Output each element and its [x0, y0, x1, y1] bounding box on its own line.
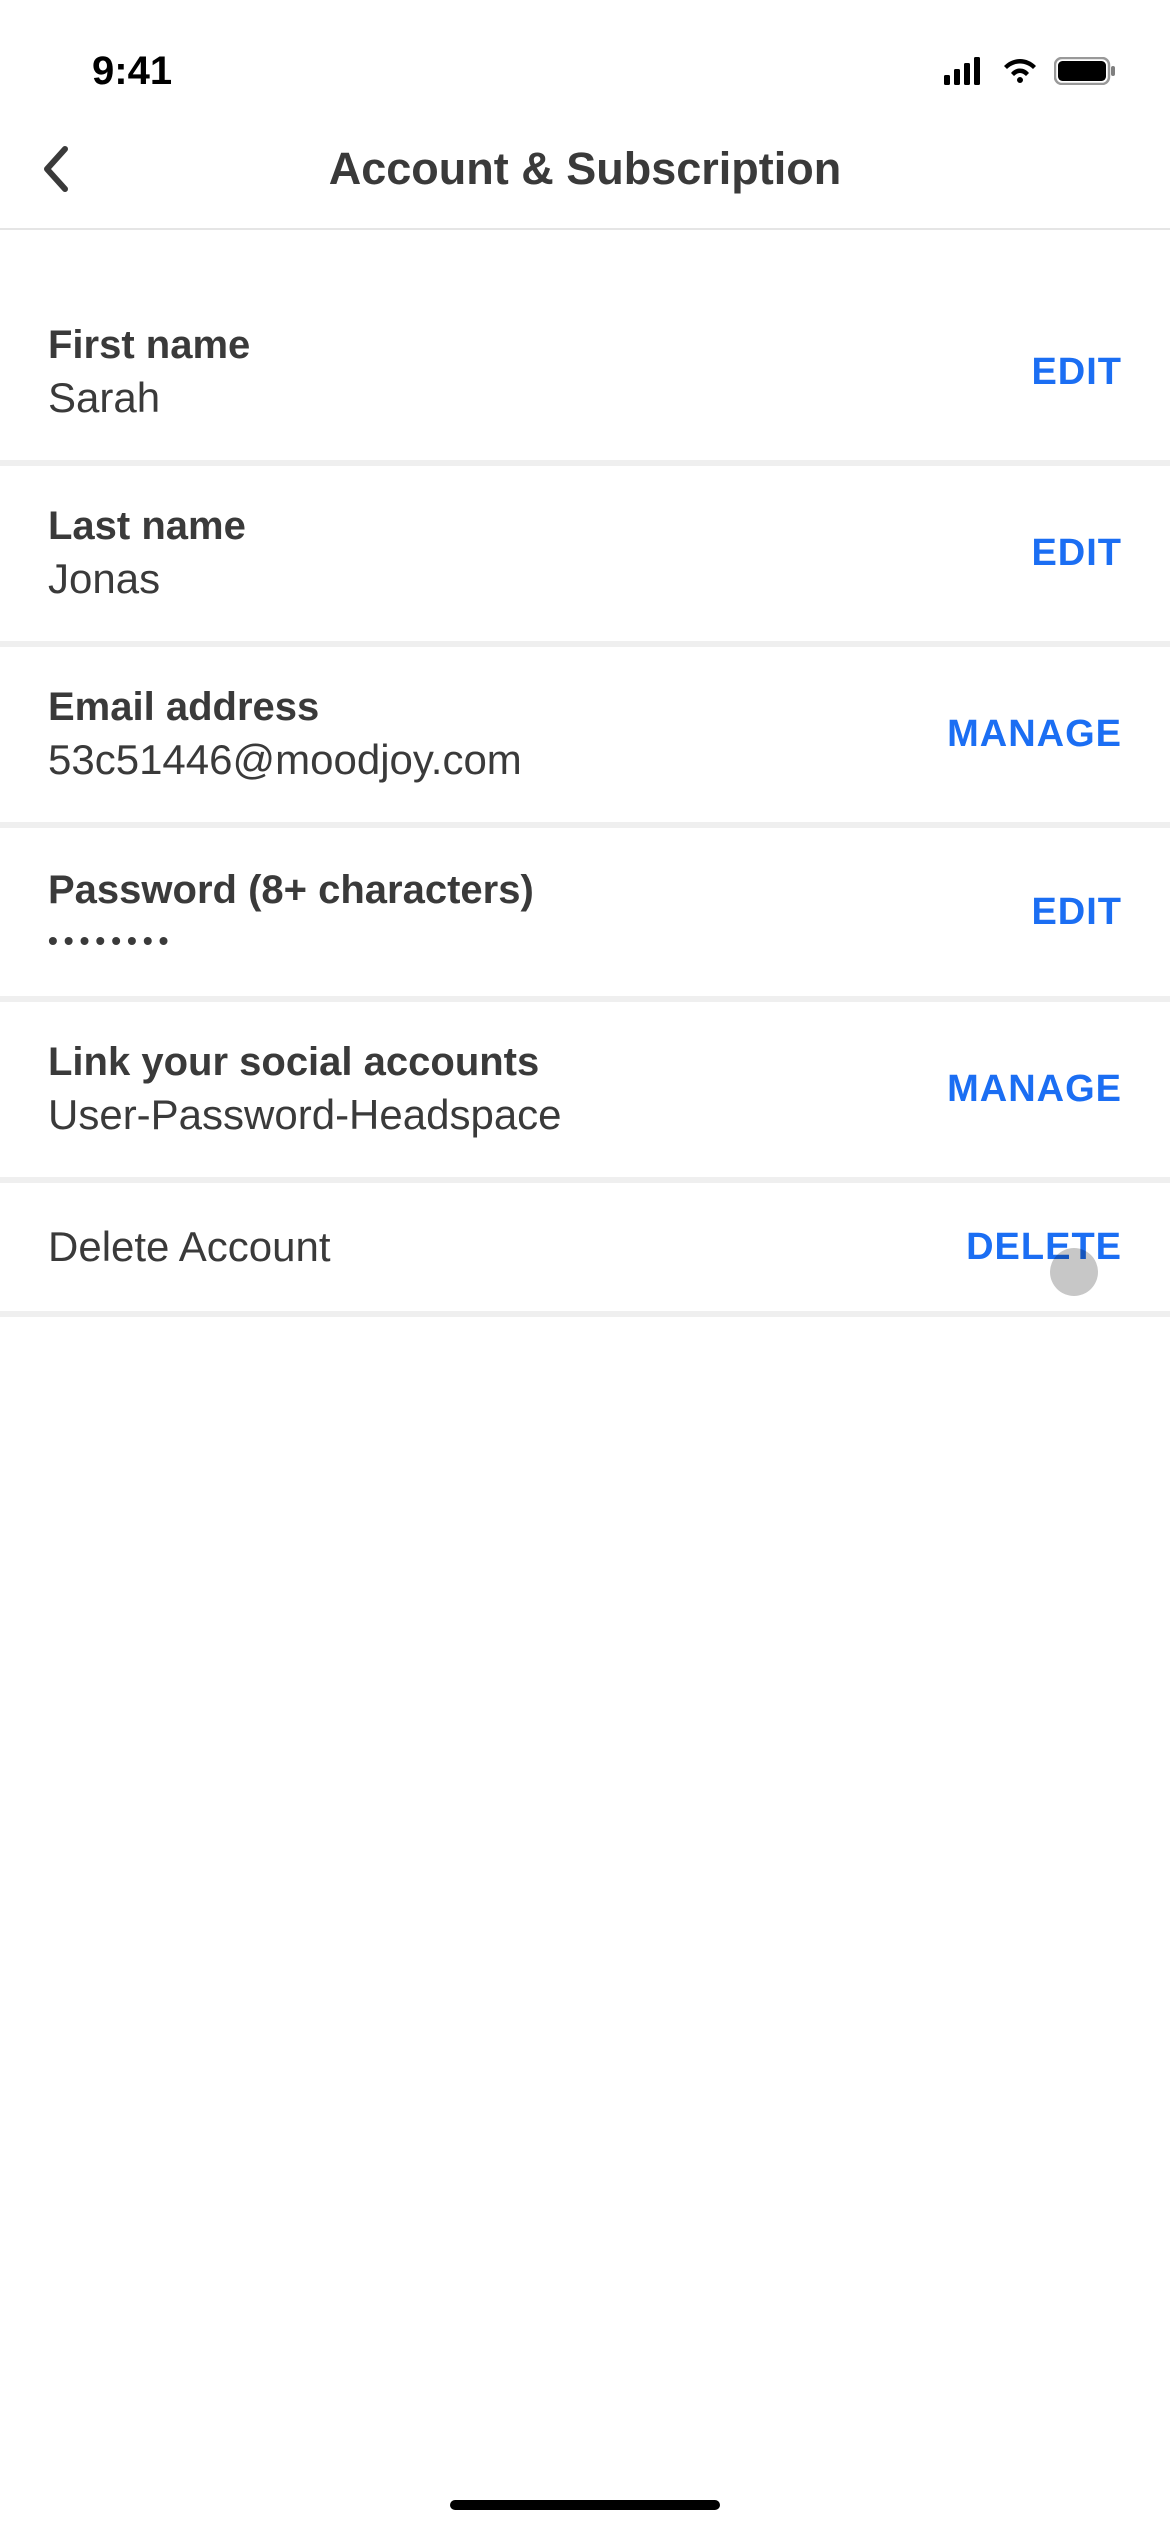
row-content: First name Sarah [48, 323, 250, 422]
settings-list: First name Sarah EDIT Last name Jonas ED… [0, 230, 1170, 1317]
social-value: User-Password-Headspace [48, 1091, 562, 1139]
edit-last-name-button[interactable]: EDIT [1031, 532, 1122, 575]
email-value: 53c51446@moodjoy.com [48, 736, 522, 784]
home-indicator[interactable] [450, 2500, 720, 2510]
row-delete-account: Delete Account DELETE [0, 1183, 1170, 1317]
chevron-left-icon [41, 145, 69, 193]
row-password: Password (8+ characters) •••••••• EDIT [0, 828, 1170, 1002]
delete-account-button[interactable]: DELETE [966, 1226, 1122, 1269]
edit-password-button[interactable]: EDIT [1031, 891, 1122, 934]
cellular-icon [944, 57, 986, 85]
first-name-label: First name [48, 323, 250, 368]
row-first-name: First name Sarah EDIT [0, 285, 1170, 466]
email-label: Email address [48, 685, 522, 730]
status-icons [944, 57, 1118, 85]
row-email: Email address 53c51446@moodjoy.com MANAG… [0, 647, 1170, 828]
page-title: Account & Subscription [329, 143, 842, 195]
status-bar: 9:41 [0, 0, 1170, 110]
back-button[interactable] [25, 139, 85, 199]
last-name-value: Jonas [48, 555, 246, 603]
nav-header: Account & Subscription [0, 110, 1170, 230]
wifi-icon [1000, 57, 1040, 85]
row-content: Email address 53c51446@moodjoy.com [48, 685, 522, 784]
social-label: Link your social accounts [48, 1040, 562, 1085]
row-social: Link your social accounts User-Password-… [0, 1002, 1170, 1183]
manage-email-button[interactable]: MANAGE [947, 713, 1122, 756]
first-name-value: Sarah [48, 374, 250, 422]
row-content: Link your social accounts User-Password-… [48, 1040, 562, 1139]
battery-icon [1054, 57, 1118, 85]
row-content: Last name Jonas [48, 504, 246, 603]
status-time: 9:41 [92, 49, 172, 94]
last-name-label: Last name [48, 504, 246, 549]
row-content: Password (8+ characters) •••••••• [48, 868, 534, 957]
edit-first-name-button[interactable]: EDIT [1031, 351, 1122, 394]
password-value: •••••••• [48, 925, 534, 957]
manage-social-button[interactable]: MANAGE [947, 1068, 1122, 1111]
row-last-name: Last name Jonas EDIT [0, 466, 1170, 647]
password-label: Password (8+ characters) [48, 868, 534, 913]
delete-account-label: Delete Account [48, 1223, 331, 1271]
